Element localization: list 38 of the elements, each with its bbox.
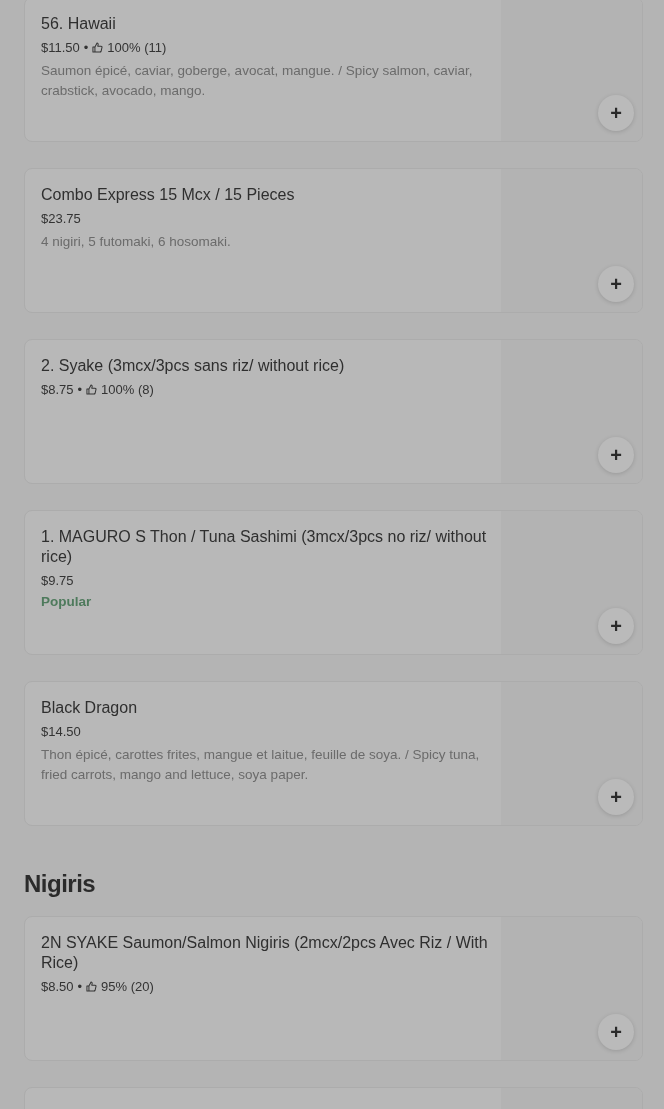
item-price: $8.75 (41, 382, 74, 397)
item-price: $23.75 (41, 211, 81, 226)
menu-item-card[interactable]: 56. Hawaii $11.50 • 100% (11) Saumon épicé, caviar, goberge, avocat, mangue. / Spicy salmon, caviar, crabstick, avocado, mango. + (24, 0, 643, 142)
menu-item-card[interactable]: 2N SYAKE Saumon/Salmon Nigiris (2mcx/2pcs Avec Riz / With Rice) $8.50 • 95% (20) + (24, 916, 643, 1061)
add-button[interactable]: + (598, 779, 634, 815)
separator: • (77, 979, 83, 994)
add-button[interactable]: + (598, 608, 634, 644)
item-name: Black Dragon (41, 698, 139, 718)
separator: • (83, 40, 89, 55)
add-button[interactable]: + (598, 437, 634, 473)
item-price: $14.50 (41, 724, 81, 739)
menu-item-card[interactable]: 2. Syake (3mcx/3pcs sans riz/ without rice) $8.75 • 100% (8) + (24, 339, 643, 484)
item-name: Combo Express 15 Mcx / 15 Pieces (41, 185, 296, 205)
item-price: $11.50 (41, 40, 80, 55)
add-button[interactable]: + (598, 1014, 634, 1050)
menu-item-card[interactable]: Combo Express 15 Mcx / 15 Pieces $23.75 4 nigiri, 5 futomaki, 6 hosomaki. + (24, 168, 643, 313)
add-button[interactable]: + (598, 95, 634, 131)
item-rating: 95% (20) (101, 979, 154, 994)
item-description: Thon épicé, carottes frites, mangue et laitue, feuille de soya. / Spicy tuna, fried carrots, mango and lettuce, soya paper. (41, 746, 481, 784)
separator: • (77, 382, 83, 397)
thumbs-up-icon (86, 384, 98, 395)
menu-item-card[interactable]: Black Dragon $14.50 Thon épicé, carottes frites, mangue et laitue, feuille de soya. / Spicy tuna, fried carrots, mango and lettuce, soya paper. + (24, 681, 643, 826)
thumbs-up-icon (86, 981, 98, 992)
item-description: Saumon épicé, caviar, goberge, avocat, mangue. / Spicy salmon, caviar, crabstick, avocado, mango. (41, 62, 474, 100)
item-description: 4 nigiri, 5 futomaki, 6 hosomaki. (41, 233, 232, 251)
item-name: 1. MAGURO S Thon / Tuna Sashimi (3mcx/3pcs no riz/ without rice) (41, 527, 488, 567)
item-rating: 100% (11) (107, 40, 167, 55)
item-name: 2N SYAKE Saumon/Salmon Nigiris (2mcx/2pcs Avec Riz / With Rice) (41, 933, 489, 973)
menu-item-card[interactable]: 1. MAGURO S Thon / Tuna Sashimi (3mcx/3pcs no riz/ without rice) $9.75 Popular + (24, 510, 643, 655)
add-button[interactable]: + (598, 266, 634, 302)
item-price: $9.75 (41, 573, 74, 588)
item-price: $8.50 (41, 979, 74, 994)
item-name: 2. Syake (3mcx/3pcs sans riz/ without rice) (41, 356, 346, 376)
popular-tag: Popular (41, 594, 489, 609)
section-heading: Nigiris (24, 870, 97, 898)
item-rating: 100% (8) (101, 382, 154, 397)
thumbs-up-icon (92, 42, 104, 53)
item-name: 56. Hawaii (41, 14, 117, 34)
